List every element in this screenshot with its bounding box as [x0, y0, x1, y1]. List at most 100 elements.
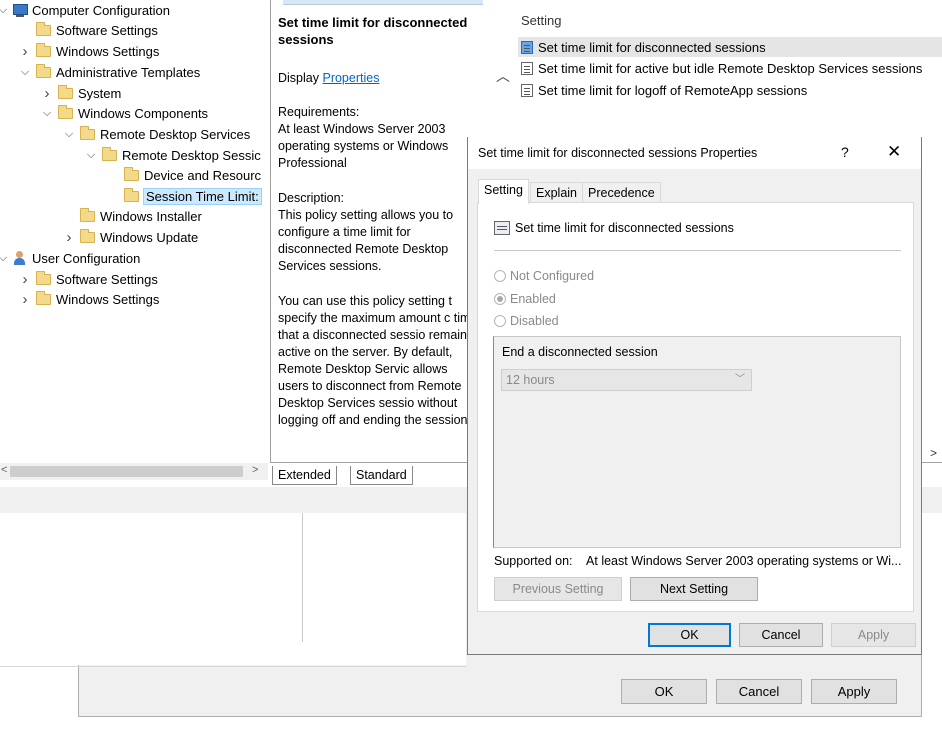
description-paragraph-1: This policy setting allows you to config…	[278, 208, 454, 273]
chevron-down-icon[interactable]: ⌵	[18, 66, 32, 79]
folder-icon	[58, 104, 73, 119]
tree-item[interactable]: › Windows Update	[62, 227, 198, 247]
tree-item[interactable]: › Software Settings	[18, 269, 158, 289]
tree-item[interactable]: ⌵ Administrative Templates	[18, 62, 200, 82]
tree-item[interactable]: ⌵ Computer Configuration	[0, 0, 170, 20]
chevron-down-icon[interactable]: ⌵	[40, 107, 54, 120]
tree-item[interactable]: › Windows Settings	[18, 289, 159, 309]
chevron-down-icon[interactable]: ⌵	[0, 252, 10, 265]
folder-icon	[36, 290, 51, 305]
dialog-title-bar[interactable]: Set time limit for disconnected sessions…	[468, 137, 921, 169]
setting-row-label: Set time limit for disconnected sessions	[538, 39, 766, 55]
tree-item[interactable]: › System	[40, 83, 121, 103]
tree-item[interactable]: Software Settings	[18, 20, 158, 40]
tree-item[interactable]: Session Time Limit:	[106, 186, 262, 206]
folder-icon	[80, 207, 95, 222]
scroll-up-arrow-icon[interactable]: ︿	[496, 66, 510, 86]
tree-horizontal-scrollbar[interactable]: < >	[0, 463, 268, 480]
outer-cancel-button[interactable]: Cancel	[716, 679, 802, 704]
help-icon[interactable]: ?	[841, 144, 849, 160]
tab-setting[interactable]: Setting	[478, 179, 529, 204]
tab-precedence[interactable]: Precedence	[582, 182, 661, 203]
tree-item-label: Windows Components	[78, 105, 209, 121]
tree-item[interactable]: ⌵ Windows Components	[40, 103, 208, 123]
tab-extended[interactable]: Extended	[272, 466, 337, 485]
policy-heading: Set time limit for disconnected sessions	[494, 221, 734, 235]
folder-icon	[80, 125, 95, 140]
chevron-down-icon[interactable]: ﹀	[735, 370, 745, 390]
radio-button-icon[interactable]	[494, 270, 506, 282]
radio-button-icon[interactable]	[494, 315, 506, 327]
divider	[494, 250, 901, 251]
tree-item[interactable]: ⌵ Remote Desktop Sessic	[84, 145, 261, 165]
policy-setting-icon	[521, 40, 533, 54]
chevron-right-icon[interactable]: ›	[40, 85, 54, 102]
apply-button[interactable]: Apply	[831, 623, 916, 647]
chevron-right-icon[interactable]: ›	[18, 271, 32, 288]
chevron-down-icon[interactable]: ⌵	[62, 128, 76, 141]
computer-icon	[12, 3, 28, 17]
close-icon[interactable]: ✕	[887, 142, 901, 162]
tree-item-label: Software Settings	[56, 22, 158, 38]
previous-setting-button[interactable]: Previous Setting	[494, 577, 622, 601]
setting-row[interactable]: Set time limit for active but idle Remot…	[518, 58, 922, 78]
chevron-down-icon[interactable]: ⌵	[84, 149, 98, 162]
radio-label: Disabled	[510, 314, 559, 328]
chevron-down-icon[interactable]: ⌵	[0, 4, 10, 17]
supported-value: At least Windows Server 2003 operating s…	[586, 554, 902, 568]
chevron-right-icon[interactable]: ›	[18, 43, 32, 60]
options-box: End a disconnected session 12 hours ﹀	[493, 336, 901, 548]
tab-standard[interactable]: Standard	[350, 466, 413, 485]
properties-link[interactable]: Properties	[322, 71, 379, 85]
tree-item-label: Windows Update	[100, 229, 199, 245]
scroll-right-arrow-icon[interactable]: >	[252, 464, 258, 476]
tree-item-label: Windows Settings	[56, 291, 160, 307]
folder-icon	[36, 270, 51, 285]
setting-row[interactable]: Set time limit for logoff of RemoteApp s…	[518, 80, 807, 100]
tree-item-label: User Configuration	[32, 250, 141, 266]
folder-icon	[58, 84, 73, 99]
dropdown-value: 12 hours	[506, 373, 555, 387]
policy-title: Set time limit for disconnected sessions	[278, 15, 468, 47]
tree-item-label: System	[78, 85, 122, 101]
scroll-right-arrow-icon[interactable]: >	[930, 446, 937, 460]
description-label: Description:	[278, 191, 344, 205]
policy-heading-label: Set time limit for disconnected sessions	[515, 221, 734, 235]
radio-button-checked-icon[interactable]	[494, 293, 506, 305]
chevron-right-icon[interactable]: ›	[62, 229, 76, 246]
radio-disabled[interactable]: Disabled	[494, 314, 559, 328]
tree-item-label: Device and Resourc	[144, 167, 262, 183]
setting-tab-panel: Set time limit for disconnected sessions…	[477, 202, 914, 612]
chevron-right-icon[interactable]: ›	[18, 291, 32, 308]
scroll-left-arrow-icon[interactable]: <	[1, 464, 7, 476]
radio-not-configured[interactable]: Not Configured	[494, 269, 594, 283]
pane-header-strip	[271, 0, 511, 6]
tree-item-label: Computer Configuration	[32, 2, 171, 18]
policy-setting-icon	[521, 83, 533, 97]
tree-item[interactable]: ⌵ Remote Desktop Services	[62, 124, 250, 144]
setting-row-label: Set time limit for active but idle Remot…	[538, 60, 923, 76]
setting-row[interactable]: Set time limit for disconnected sessions	[518, 37, 942, 57]
cancel-button[interactable]: Cancel	[739, 623, 823, 647]
folder-icon	[124, 166, 139, 181]
scrollbar-thumb[interactable]	[10, 466, 243, 477]
next-setting-button[interactable]: Next Setting	[630, 577, 758, 601]
outer-apply-button[interactable]: Apply	[811, 679, 897, 704]
divider	[0, 666, 466, 667]
tree-item-label: Administrative Templates	[56, 64, 201, 80]
display-label: Display	[278, 71, 319, 85]
tree-item[interactable]: Windows Installer	[62, 206, 202, 226]
policy-setting-icon	[521, 61, 533, 75]
setting-column-header[interactable]: Setting	[521, 13, 561, 28]
divider	[302, 513, 303, 642]
tab-explain[interactable]: Explain	[530, 182, 583, 203]
tree-item[interactable]: Device and Resourc	[106, 165, 261, 185]
tree-item-label: Remote Desktop Sessic	[122, 147, 261, 163]
radio-enabled[interactable]: Enabled	[494, 292, 556, 306]
outer-ok-button[interactable]: OK	[621, 679, 707, 704]
folder-icon	[124, 187, 139, 202]
end-session-dropdown[interactable]: 12 hours ﹀	[501, 369, 752, 391]
tree-item[interactable]: ⌵ User Configuration	[0, 248, 140, 268]
ok-button[interactable]: OK	[648, 623, 731, 647]
tree-item[interactable]: › Windows Settings	[18, 41, 159, 61]
